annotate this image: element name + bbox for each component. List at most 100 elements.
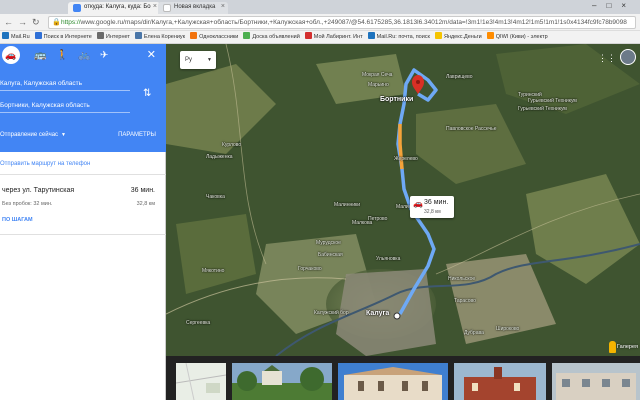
route-traffic: Без пробок: 32 мин. [2, 201, 53, 207]
bookmark-item[interactable]: Яндекс.Деньги [433, 31, 485, 43]
bike-mode-icon[interactable]: 🚲 [78, 50, 90, 61]
origin-label[interactable]: Калуга [366, 310, 389, 317]
photo-thumbnail[interactable] [338, 363, 448, 400]
flight-mode-icon[interactable]: ✈ [100, 50, 108, 61]
tab-new[interactable]: Новая вкладка × [158, 2, 228, 14]
map-place-label: Бабинская [318, 252, 343, 258]
caret-down-icon: ▼ [61, 132, 66, 138]
send-to-phone-link[interactable]: Отправить маршрут на телефон [0, 159, 166, 173]
bookmark-item[interactable]: Одноклассники [188, 31, 241, 43]
steps-link[interactable]: ПО ШАГАМ [2, 217, 33, 223]
maps-favicon-icon [73, 4, 81, 12]
tab-maps[interactable]: откуда: Калуга, куда: Бо × [68, 2, 160, 14]
photo-thumbnail[interactable] [454, 363, 546, 400]
bookmark-favicon-icon [486, 32, 494, 39]
satellite-map[interactable]: Ру ▼ ⋮⋮ Мокрая Сеча Марьино Лаврищево Турин… [166, 44, 640, 356]
bookmark-item[interactable]: Доска объявлений [241, 31, 302, 43]
bookmark-favicon-icon [134, 32, 142, 39]
map-place-label: Мякотино [202, 268, 225, 274]
pegman-icon[interactable] [609, 341, 616, 353]
bookmark-item[interactable]: Поиск в Интернете [33, 31, 95, 43]
layer-select[interactable]: Ру ▼ [180, 51, 216, 69]
directions-header: 🚗 🚌 🚶 🚲 ✈ ✕ Калуга, Калужская область Бо… [0, 44, 166, 152]
route-duration: 36 мин. [130, 187, 155, 194]
bookmark-favicon-icon [434, 32, 442, 39]
bookmark-favicon-icon [304, 32, 312, 39]
map-place-label: Сергеевка [186, 320, 211, 326]
bookmark-favicon-icon [190, 32, 198, 39]
map-place-label: Горчаково [298, 266, 322, 272]
bookmark-label: Яндекс.Деньги [443, 34, 482, 40]
map-place-label: Марьино [368, 82, 389, 88]
close-tab-icon[interactable]: × [153, 3, 157, 10]
forward-icon[interactable]: → [18, 17, 27, 27]
bookmark-label: QIWI (Киви) - электр [495, 34, 548, 40]
map-place-label: Малинники [334, 202, 361, 208]
params-button[interactable]: ПАРАМЕТРЫ [118, 132, 156, 138]
map-place-label: Широково [496, 326, 520, 332]
bookmark-item[interactable]: Mail.Ru [0, 31, 33, 43]
destination-label[interactable]: Бортники [380, 96, 413, 103]
url-scheme: https:// [61, 19, 81, 26]
divider [0, 174, 166, 175]
back-icon[interactable]: ← [4, 17, 13, 27]
bookmark-label: Mail.Ru: почта, поиск [376, 34, 430, 40]
browser-tabstrip: откуда: Калуга, куда: Бо × Новая вкладка… [0, 0, 640, 14]
photo-strip [166, 356, 640, 400]
bookmark-item[interactable]: Мой Лабиринт. Инт [303, 31, 366, 43]
bookmark-label: Интернет [105, 34, 130, 40]
divider [0, 234, 166, 235]
apps-grid-icon[interactable]: ⋮⋮ [598, 53, 616, 64]
map-place-label: Дубрава [464, 330, 484, 336]
bookmark-item[interactable]: Интернет [95, 31, 133, 43]
walk-mode-icon[interactable]: 🚶 [56, 50, 68, 61]
close-directions-icon[interactable]: ✕ [147, 48, 156, 61]
map-place-label: Жерелево [394, 156, 418, 162]
route-via: через ул. Тарутинская [2, 187, 75, 194]
caret-down-icon: ▼ [207, 57, 212, 63]
map-place-label: Мокрая Сеча [362, 72, 393, 78]
gallery-label[interactable]: Галерея [617, 344, 638, 350]
layer-select-label: Ру [185, 57, 193, 63]
address-bar-row: ← → ↻ 🔒 https://www.google.ru/maps/dir/Ка… [0, 14, 640, 31]
url-input[interactable]: 🔒 https://www.google.ru/maps/dir/Калуга,+… [48, 16, 636, 29]
bookmark-item[interactable]: QIWI (Киви) - электр [485, 31, 551, 43]
map-place-label: Лаврищево [446, 74, 473, 80]
tab-title: откуда: Калуга, куда: Бо [84, 4, 151, 10]
bookmark-label: Доска объявлений [252, 34, 300, 40]
window-controls[interactable]: –□× [592, 1, 636, 10]
close-tab-icon[interactable]: × [221, 3, 225, 10]
car-icon: 🚗 [413, 199, 423, 208]
route-option[interactable]: через ул. Тарутинская 36 мин. Без пробок… [0, 184, 166, 228]
photo-thumbnail[interactable] [552, 363, 640, 400]
bookmark-label: Поиск в Интернете [43, 34, 92, 40]
map-place-label: Курлово [222, 142, 242, 148]
photo-thumbnail[interactable] [176, 363, 226, 400]
destination-field[interactable]: Бортники, Калужская область [0, 102, 130, 113]
bookmark-item[interactable]: Mail.Ru: почта, поиск [366, 31, 433, 43]
origin-field[interactable]: Калуга, Калужская область [0, 80, 130, 91]
travel-modes: 🚗 🚌 🚶 🚲 ✈ ✕ [0, 44, 166, 66]
transit-mode-icon[interactable]: 🚌 [34, 50, 46, 61]
bookmark-label: Елена Корениук [143, 34, 186, 40]
bookmark-label: Одноклассники [199, 34, 239, 40]
callout-distance: 32,8 км [424, 209, 441, 215]
route-duration-callout[interactable]: 🚗 36 мин. 32,8 км [410, 196, 454, 218]
map-place-label: Ладыженка [206, 154, 233, 160]
map-place-label: Тарасово [454, 298, 476, 304]
car-mode-icon[interactable]: 🚗 [2, 46, 20, 64]
route-distance: 32,8 км [136, 201, 155, 207]
map-place-label: Павловское Рассечье [446, 126, 497, 132]
swap-icon[interactable]: ⇅ [143, 88, 151, 99]
bookmark-item[interactable]: Елена Корениук [133, 31, 188, 43]
map-place-label: Никольское [448, 276, 476, 282]
tab-title: Новая вкладка [174, 4, 216, 10]
map-imagery [166, 44, 640, 356]
departure-label: Отправление сейчас [0, 132, 59, 138]
bookmark-favicon-icon [96, 32, 104, 39]
photo-thumbnail[interactable] [232, 363, 332, 400]
bookmarks-bar: Mail.Ru Поиск в Интернете Интернет Елена Ко… [0, 31, 640, 44]
departure-select[interactable]: Отправление сейчас ▼ [0, 132, 66, 138]
avatar[interactable] [620, 49, 636, 65]
reload-icon[interactable]: ↻ [32, 17, 40, 28]
